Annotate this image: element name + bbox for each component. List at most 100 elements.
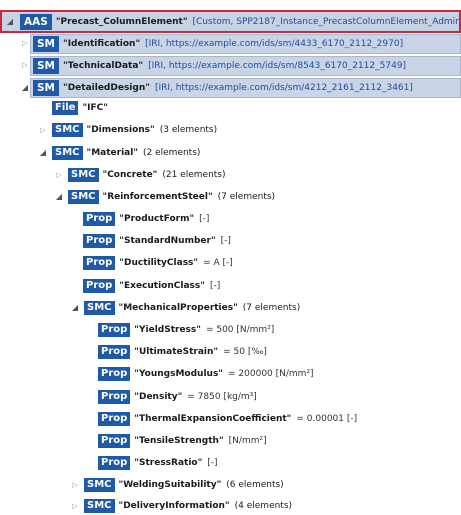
node-info: = 200000 [N/mm²] [228,368,314,379]
node-info: = 500 [N/mm²] [205,324,275,335]
tree-node-prop-stressratio[interactable]: Prop "StressRatio" [-] [98,453,218,472]
node-info: (4 elements) [234,500,293,511]
prop-badge: Prop [98,455,131,470]
prop-badge: Prop [98,322,131,337]
collapsed-chevron-icon[interactable]: ▷ [20,61,30,69]
tree-node-aas-root[interactable]: ◢ AAS "Precast_ColumnElement" [Custom, S… [0,10,461,33]
tree-node-prop-ductilityclass[interactable]: Prop "DuctilityClass" = A [-] [83,253,233,272]
collapsed-chevron-icon[interactable]: ▷ [54,171,64,179]
tree-node-file-ifc[interactable]: File "IFC" [52,98,108,117]
node-name: "MechanicalProperties" [118,302,238,313]
tree-node-smc-dimensions[interactable]: ▷ SMC "Dimensions" (3 elements) [38,120,217,139]
node-name: "Material" [86,147,139,158]
collapsed-chevron-icon[interactable]: ▷ [70,481,80,489]
prop-badge: Prop [83,233,116,248]
node-name: "TensileStrength" [134,435,224,446]
tree-node-prop-standardnumber[interactable]: Prop "StandardNumber" [-] [83,231,231,250]
node-name: "ThermalExpansionCoefficient" [134,413,292,424]
node-name: "DeliveryInformation" [118,500,230,511]
smc-badge: SMC [52,122,83,137]
tree-node-smc-concrete[interactable]: ▷ SMC "Concrete" (21 elements) [54,165,226,184]
node-info: [-] [199,213,210,224]
node-info: (3 elements) [159,124,218,135]
node-info: [-] [209,280,221,291]
node-info: (21 elements) [162,169,226,180]
node-info: = 0.00001 [-] [296,413,358,424]
node-name: "StandardNumber" [119,235,216,246]
node-name: "DetailedDesign" [63,83,150,93]
node-info: [IRI, https://example.com/ids/sm/4433_61… [145,39,404,49]
expanded-chevron-icon[interactable]: ◢ [54,192,64,201]
expanded-chevron-icon[interactable]: ◢ [38,148,48,157]
tree-node-smc-reinforcementsteel[interactable]: ◢ SMC "ReinforcementSteel" (7 elements) [54,187,275,206]
node-name: "Concrete" [102,169,158,180]
node-name: "Dimensions" [86,124,155,135]
node-name: "IFC" [82,102,108,113]
sm-badge: SM [33,36,60,52]
sm-badge: SM [33,80,60,96]
node-name: "UltimateStrain" [134,346,219,357]
node-info: (6 elements) [226,479,284,490]
prop-badge: Prop [98,411,131,426]
smc-badge: SMC [52,145,83,160]
smc-badge: SMC [84,498,115,513]
prop-badge: Prop [83,255,116,270]
tree-node-prop-ultimatestrain[interactable]: Prop "UltimateStrain" = 50 [‰] [98,342,267,361]
node-info: [N/mm²] [228,435,267,446]
tree-node-prop-density[interactable]: Prop "Density" = 7850 [kg/m³] [98,387,257,406]
tree-node-prop-tensilestrength[interactable]: Prop "TensileStrength" [N/mm²] [98,431,267,450]
node-name: "TechnicalData" [63,61,144,71]
node-name: "YieldStress" [134,324,201,335]
prop-badge: Prop [83,211,116,226]
node-info: = 50 [‰] [223,346,267,357]
node-info: [IRI, https://example.com/ids/sm/8543_61… [148,61,407,71]
collapsed-chevron-icon[interactable]: ▷ [38,126,48,134]
node-info: [-] [220,235,231,246]
collapsed-chevron-icon[interactable]: ▷ [20,39,30,47]
tree-node-prop-productform[interactable]: Prop "ProductForm" [-] [83,209,209,228]
file-badge: File [52,100,79,115]
node-name: "ProductForm" [119,213,195,224]
node-name: "DuctilityClass" [119,257,199,268]
tree-node-smc-mechanicalproperties[interactable]: ◢ SMC "MechanicalProperties" (7 elements… [70,298,300,317]
tree-node-prop-yieldstress[interactable]: Prop "YieldStress" = 500 [N/mm²] [98,320,274,339]
node-info: = 7850 [kg/m³] [187,391,257,402]
node-name: "ReinforcementSteel" [102,191,213,202]
prop-badge: Prop [98,366,131,381]
aas-badge: AAS [20,13,52,30]
node-info: [-] [207,457,218,468]
prop-badge: Prop [83,278,116,293]
aas-tree-view: ◢ AAS "Precast_ColumnElement" [Custom, S… [0,0,461,515]
collapsed-chevron-icon[interactable]: ▷ [70,502,80,510]
smc-badge: SMC [68,189,99,204]
node-name: "Density" [134,391,183,402]
node-name: "StressRatio" [134,457,203,468]
node-info: [Custom, SPP2187_Instance_PrecastColumnE… [192,16,461,27]
node-info: (7 elements) [242,302,301,313]
expanded-chevron-icon[interactable]: ◢ [5,17,15,26]
node-name: "Precast_ColumnElement" [55,16,188,27]
expanded-chevron-icon[interactable]: ◢ [20,83,30,92]
tree-node-smc-weldingsuitability[interactable]: ▷ SMC "WeldingSuitability" (6 elements) [70,475,284,494]
tree-node-sm-detaileddesign[interactable]: SM "DetailedDesign" [IRI, https://exampl… [30,78,461,98]
tree-node-sm-identification[interactable]: SM "Identification" [IRI, https://exampl… [30,34,461,54]
node-info: = A [-] [203,257,233,268]
tree-node-prop-youngsmodulus[interactable]: Prop "YoungsModulus" = 200000 [N/mm²] [98,364,314,383]
node-name: "Identification" [63,39,141,49]
node-info: (7 elements) [217,191,276,202]
node-name: "ExecutionClass" [119,280,205,291]
tree-node-smc-deliveryinformation[interactable]: ▷ SMC "DeliveryInformation" (4 elements) [70,496,292,515]
node-name: "WeldingSuitability" [118,479,222,490]
tree-node-sm-technicaldata[interactable]: SM "TechnicalData" [IRI, https://example… [30,56,461,76]
tree-node-smc-material[interactable]: ◢ SMC "Material" (2 elements) [38,143,200,162]
sm-badge: SM [33,58,60,74]
prop-badge: Prop [98,344,131,359]
expanded-chevron-icon[interactable]: ◢ [70,303,80,312]
tree-node-prop-thermalexpansioncoefficient[interactable]: Prop "ThermalExpansionCoefficient" = 0.0… [98,409,357,428]
smc-badge: SMC [68,167,99,182]
prop-badge: Prop [98,389,131,404]
node-info: (2 elements) [143,147,201,158]
tree-node-prop-executionclass[interactable]: Prop "ExecutionClass" [-] [83,276,220,295]
prop-badge: Prop [98,433,131,448]
smc-badge: SMC [84,300,115,315]
